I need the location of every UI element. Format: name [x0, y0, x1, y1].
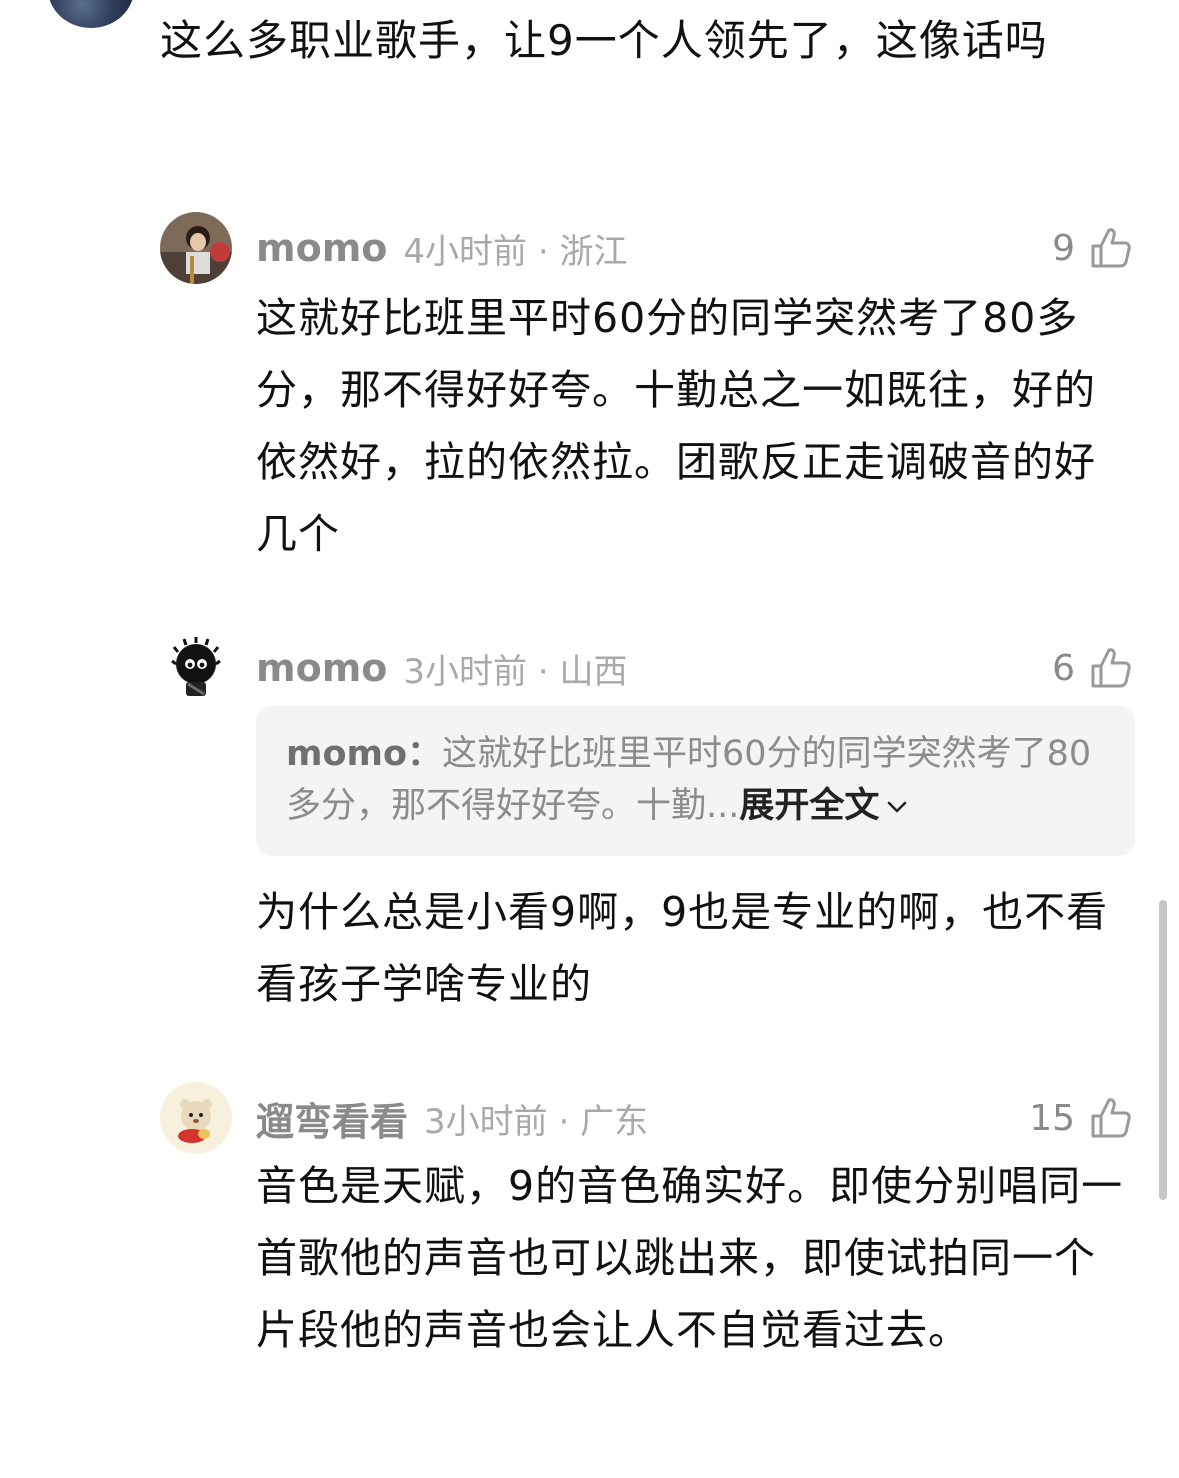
commenter-avatar[interactable]	[48, 0, 134, 28]
reply-author[interactable]: 遛弯看看	[256, 1091, 408, 1146]
comment-text: 这么多职业歌手，让9一个人领先了，这像话吗	[160, 16, 1048, 65]
like-button[interactable]: 9	[1052, 220, 1135, 276]
reply-author[interactable]: momo	[256, 646, 387, 690]
reply-time-location: 4小时前 · 浙江	[403, 231, 628, 272]
avatar[interactable]	[160, 1082, 232, 1154]
quoted-reply[interactable]: momo：这就好比班里平时60分的同学突然考了80多分，那不得好好夸。十勤...…	[256, 706, 1135, 856]
like-count: 9	[1052, 227, 1075, 269]
thumbs-up-icon	[1091, 648, 1131, 688]
reply-text: 为什么总是小看9啊，9也是专业的啊，也不看看孩子学啥专业的	[256, 888, 1109, 1008]
like-button[interactable]: 6	[1052, 640, 1135, 696]
reply-text: 这就好比班里平时60分的同学突然考了80多分，那不得好好夸。十勤总之一如既往，好…	[256, 294, 1096, 558]
like-count: 6	[1052, 647, 1075, 689]
quoted-author: momo：	[286, 734, 443, 774]
like-count: 15	[1029, 1097, 1075, 1139]
like-button[interactable]: 15	[1029, 1090, 1135, 1146]
thumbs-up-icon	[1091, 228, 1131, 268]
expand-label: 展开全文	[739, 786, 880, 826]
thumbs-up-icon	[1091, 1098, 1131, 1138]
avatar[interactable]	[160, 212, 232, 284]
reply-text: 音色是天赋，9的音色确实好。即使分别唱同一首歌他的声音也可以跳出来，即使试拍同一…	[256, 1162, 1124, 1354]
expand-full-text-button[interactable]: 展开全文	[739, 786, 911, 826]
scrollbar[interactable]	[1159, 900, 1167, 1200]
reply-time-location: 3小时前 · 山西	[403, 651, 628, 692]
avatar[interactable]	[160, 632, 232, 704]
chevron-down-icon	[888, 801, 907, 813]
reply-author[interactable]: momo	[256, 226, 387, 270]
reply-time-location: 3小时前 · 广东	[424, 1101, 649, 1142]
